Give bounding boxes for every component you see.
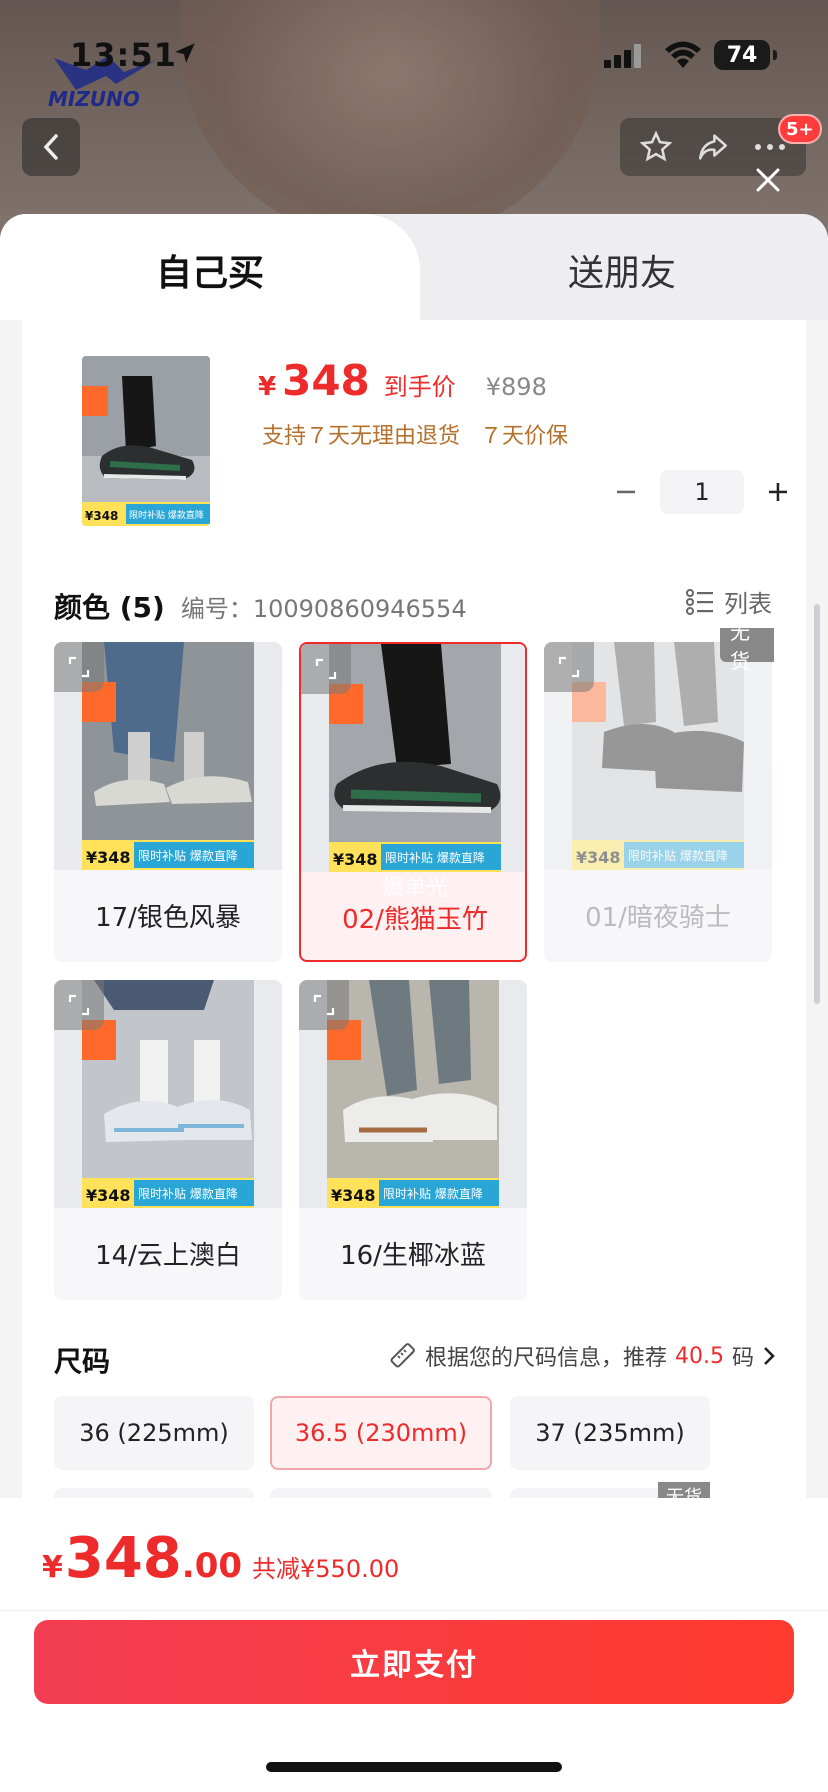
- favorite-button[interactable]: [636, 127, 676, 167]
- list-icon: [686, 588, 713, 615]
- price-protection: ７天价保: [480, 424, 569, 449]
- expand-image-button[interactable]: [544, 642, 594, 692]
- close-icon[interactable]: [748, 160, 788, 200]
- total-symbol: ¥: [42, 1550, 63, 1585]
- option-promo: 限时补贴 爆款直降: [383, 1187, 483, 1201]
- plus-icon: [769, 483, 787, 501]
- product-code: 编号：10090860946554: [180, 595, 467, 623]
- tab-gift-label: 送朋友: [568, 253, 677, 294]
- option-promo: 限时补贴 爆款直降: [138, 1187, 238, 1201]
- expand-icon: [68, 656, 90, 678]
- status-bar: MIZUNO 13:51 74: [0, 0, 828, 110]
- original-price: ¥898: [485, 373, 547, 401]
- divider: [0, 1610, 828, 1611]
- service-guarantees: 支持７天无理由退货 ７天价保: [262, 418, 568, 450]
- battery-indicator: 74: [714, 40, 777, 70]
- list-view-toggle[interactable]: 列表: [686, 584, 772, 619]
- color-option-17[interactable]: ¥348 限时补贴 爆款直降 17/银色风暴: [54, 642, 282, 962]
- chevron-right-icon: [764, 1347, 775, 1365]
- home-indicator: [266, 1762, 562, 1772]
- size-option-36-5[interactable]: 36.5 (230mm): [270, 1396, 492, 1470]
- option-price: ¥348: [333, 850, 378, 869]
- thumb-price: ¥348: [85, 509, 118, 523]
- decrease-button[interactable]: [606, 472, 646, 512]
- ruler-icon: [390, 1343, 415, 1368]
- color-section-header: 颜色 (5) 编号：10090860946554: [54, 586, 467, 626]
- total-price: ¥ 348 .00 共减¥550.00: [42, 1526, 399, 1591]
- more-dots-icon: [754, 144, 785, 150]
- pay-now-button[interactable]: 立即支付: [34, 1620, 794, 1704]
- color-option-01[interactable]: ¥348 限时补贴 爆款直降 01/暗夜骑士: [544, 642, 772, 962]
- increase-button[interactable]: [758, 472, 798, 512]
- color-section-title: 颜色 (5): [54, 591, 165, 624]
- expand-image-button[interactable]: [301, 644, 351, 694]
- color-option-label: 02/熊猫玉竹: [342, 904, 488, 935]
- tab-buy-self-label: 自己买: [156, 253, 265, 294]
- minus-icon: [617, 490, 635, 494]
- size-option-36[interactable]: 36 (225mm): [54, 1396, 254, 1470]
- list-view-label: 列表: [724, 590, 772, 618]
- expand-image-button[interactable]: [299, 980, 349, 1030]
- size-recommend-prefix: 根据您的尺码信息，推荐: [424, 1346, 667, 1371]
- share-icon: [698, 134, 728, 160]
- wifi-icon: [665, 41, 701, 68]
- notification-badge: 5+: [778, 114, 822, 144]
- option-price: ¥348: [331, 1186, 376, 1205]
- option-promo: 限时补贴 爆款直降: [628, 849, 728, 863]
- total-decimal: .00: [181, 1546, 243, 1586]
- out-of-stock-badge: 无货: [720, 620, 774, 673]
- option-promo: 限时补贴 爆款直降: [385, 851, 485, 865]
- discount-total: 共减¥550.00: [252, 1555, 400, 1583]
- color-option-label: 01/暗夜骑士: [585, 902, 731, 933]
- option-promo: 限时补贴 爆款直降: [138, 849, 238, 863]
- svg-text:MIZUNO: MIZUNO: [48, 87, 140, 110]
- size-recommend-value: 40.5: [675, 1343, 724, 1369]
- final-price: 348: [282, 356, 370, 405]
- back-button[interactable]: [22, 118, 80, 176]
- share-button[interactable]: [693, 127, 733, 167]
- tab-buy-self[interactable]: 自己买: [0, 214, 420, 320]
- expand-icon: [68, 994, 90, 1016]
- option-price: ¥348: [86, 1186, 131, 1205]
- clock-time: 13:51: [70, 36, 177, 74]
- checkout-bar: ¥ 348 .00 共减¥550.00 立即支付: [0, 1498, 828, 1792]
- sku-card: ¥348 限时补贴 爆款直降 ¥ 348 到手价 ¥898 支持７天无理由退货 …: [22, 320, 806, 1528]
- expand-image-button[interactable]: [54, 642, 104, 692]
- option-price: ¥348: [576, 848, 621, 867]
- option-price: ¥348: [86, 848, 131, 867]
- size-recommend-suffix: 码: [731, 1346, 754, 1371]
- expand-icon: [313, 994, 335, 1016]
- size-option-37[interactable]: 37 (235mm): [510, 1396, 710, 1470]
- product-thumbnail[interactable]: ¥348 限时补贴 爆款直降: [82, 356, 210, 526]
- return-policy: 支持７天无理由退货: [262, 424, 461, 449]
- cellular-signal-icon: [604, 44, 641, 68]
- star-icon: [639, 130, 673, 162]
- size-section-title: 尺码: [54, 1345, 111, 1378]
- scrollbar[interactable]: [814, 604, 820, 1004]
- total-integer: 348: [64, 1526, 182, 1591]
- price-block: ¥ 348 到手价 ¥898: [258, 356, 547, 405]
- price-tag: 到手价: [383, 373, 456, 401]
- color-option-02[interactable]: ¥348 限时补贴 爆款直降 爆单光 02/熊猫玉竹: [299, 642, 527, 962]
- color-option-label: 16/生椰冰蓝: [340, 1240, 486, 1271]
- location-arrow-icon: [175, 43, 195, 63]
- color-option-14[interactable]: ¥348 限时补贴 爆款直降 14/云上澳白: [54, 980, 282, 1300]
- color-option-label: 17/银色风暴: [95, 902, 241, 933]
- color-option-label: 14/云上澳白: [95, 1240, 241, 1271]
- expand-image-button[interactable]: [54, 980, 104, 1030]
- purchase-tabs: 送朋友 自己买: [0, 214, 828, 320]
- expand-icon: [315, 658, 337, 680]
- chevron-left-icon: [43, 134, 58, 160]
- quantity-stepper: 1: [606, 470, 798, 514]
- size-recommendation[interactable]: 根据您的尺码信息，推荐 40.5 码: [387, 1340, 776, 1372]
- expand-icon: [558, 656, 580, 678]
- price-symbol: ¥: [258, 372, 277, 402]
- thumb-promo: 限时补贴 爆款直降: [129, 509, 204, 521]
- quantity-value[interactable]: 1: [660, 470, 744, 514]
- color-option-16[interactable]: ¥348 限时补贴 爆款直降 16/生椰冰蓝: [299, 980, 527, 1300]
